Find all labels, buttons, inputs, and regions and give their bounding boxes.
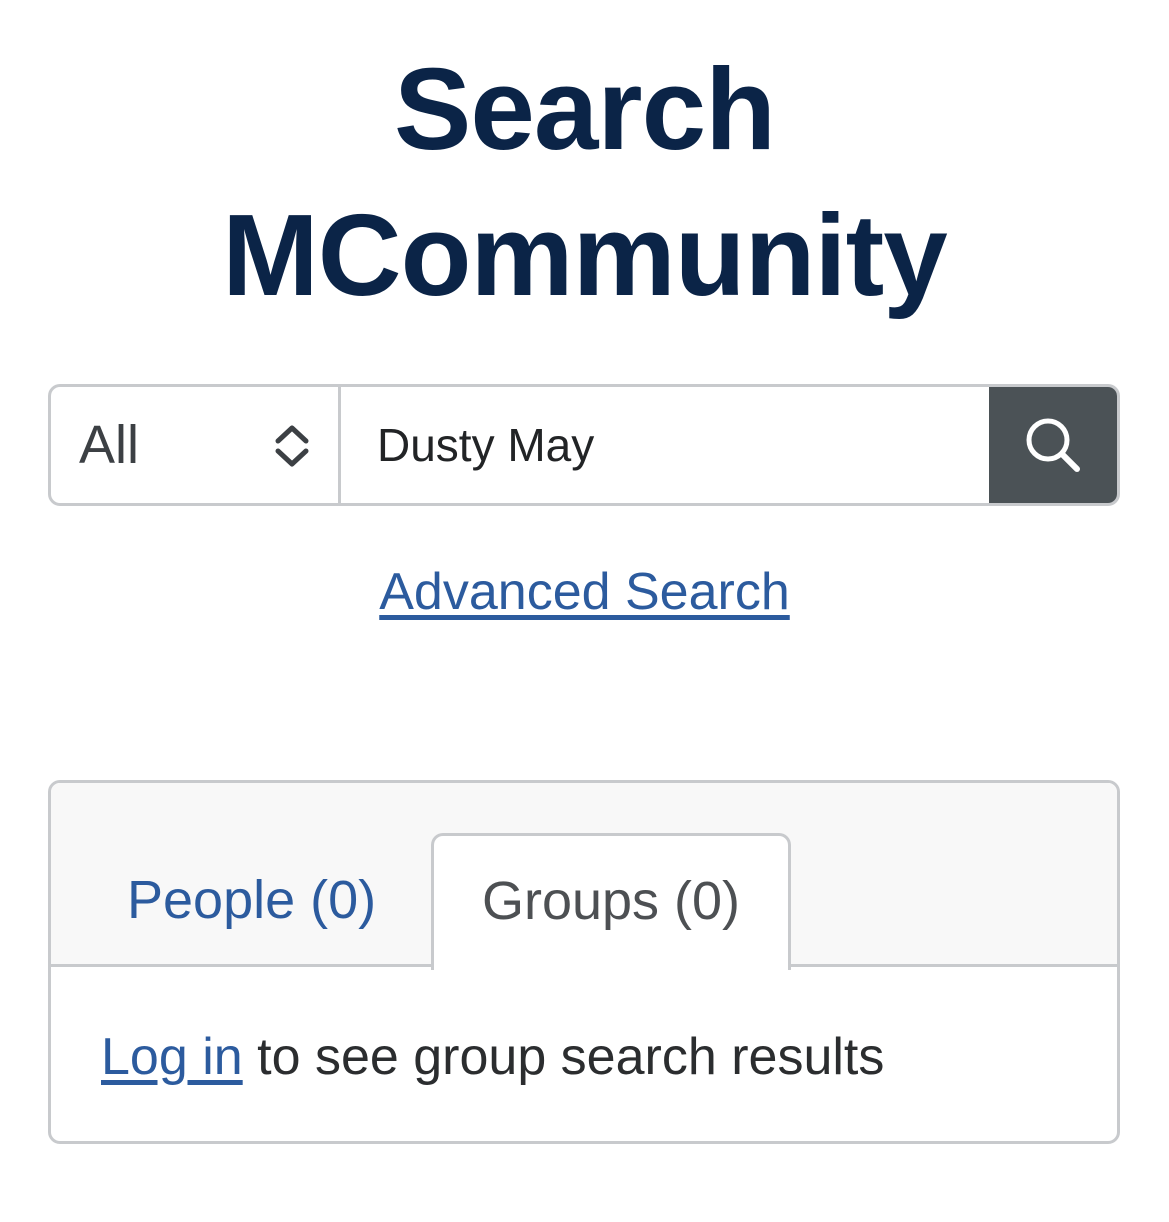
tab-people[interactable]: People (0) (127, 869, 376, 931)
scope-select[interactable]: All (51, 387, 341, 503)
login-message: Log in to see group search results (101, 1027, 884, 1087)
page-title: Search MCommunity (0, 36, 1169, 328)
search-icon (1026, 418, 1080, 472)
results-tab-strip: People (0) Groups (0) (51, 783, 1117, 970)
results-panel: People (0) Groups (0) Log in to see grou… (48, 780, 1120, 1144)
advanced-search-link[interactable]: Advanced Search (0, 562, 1169, 622)
search-input[interactable] (341, 387, 989, 503)
tab-groups[interactable]: Groups (0) (431, 833, 791, 970)
login-link[interactable]: Log in (101, 1028, 243, 1086)
search-bar: All (48, 384, 1120, 506)
login-message-text: to see group search results (242, 1028, 885, 1086)
chevron-up-down-icon (275, 425, 309, 467)
scope-select-value: All (79, 415, 140, 475)
search-button[interactable] (989, 387, 1117, 503)
page-title-line-1: Search (394, 44, 776, 174)
page-title-line-2: MCommunity (222, 190, 948, 320)
